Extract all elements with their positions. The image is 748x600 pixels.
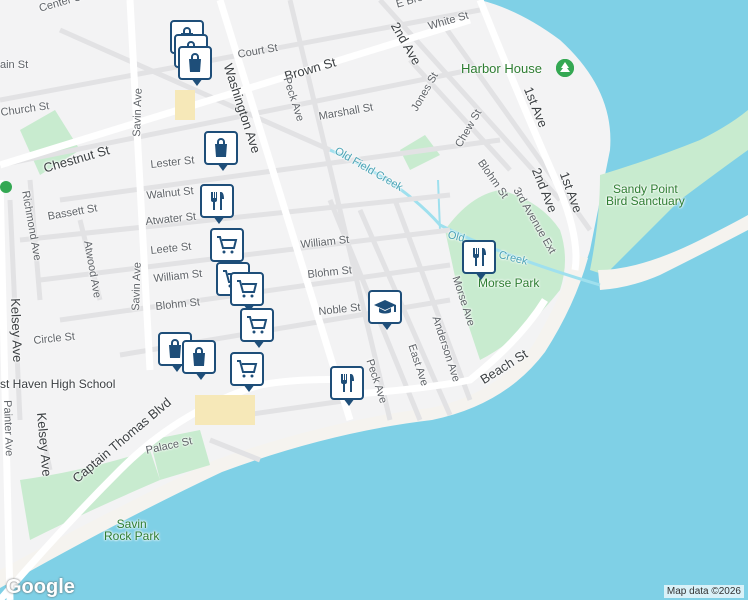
fork-knife-icon <box>341 374 354 392</box>
street-label-painter-ave: Painter Ave <box>1 399 15 457</box>
map-attribution[interactable]: Map data ©2026 <box>663 585 744 598</box>
shopping-pin[interactable] <box>204 131 238 171</box>
grocery-pin[interactable] <box>210 228 244 268</box>
grocery-pin[interactable] <box>240 308 274 348</box>
grocery-pin[interactable] <box>230 352 264 392</box>
map-canvas[interactable]: Center St ain St Court St Brown St Churc… <box>0 0 748 600</box>
shopping-bag-icon <box>189 53 201 72</box>
shopping-pin[interactable] <box>182 340 216 380</box>
place-label-morse-park[interactable]: Morse Park <box>478 277 539 289</box>
street-label-main-st: ain St <box>0 59 29 71</box>
street-label-kelsey-ave: Kelsey Ave <box>8 297 26 363</box>
grocery-pin[interactable] <box>230 272 264 312</box>
cart-icon <box>237 360 258 378</box>
fork-knife-icon <box>473 248 486 266</box>
street-label-savin-ave-north: Savin Ave <box>131 87 145 137</box>
restaurant-pin[interactable] <box>462 240 496 280</box>
cart-icon <box>247 316 268 334</box>
cart-icon <box>237 280 258 298</box>
place-label-sandy-point[interactable]: Sandy Point Bird Sanctuary <box>606 183 685 207</box>
shopping-bag-icon <box>193 347 205 366</box>
shopping-bag-icon <box>215 138 227 157</box>
park-icon[interactable] <box>0 181 12 193</box>
restaurant-pin[interactable] <box>330 366 364 406</box>
harbor-house-icon[interactable] <box>556 59 574 77</box>
fork-knife-icon <box>211 192 224 210</box>
google-logo: Google <box>6 576 75 598</box>
place-label-harbor-house[interactable]: Harbor House <box>461 62 542 75</box>
place-label-high-school[interactable]: st Haven High School <box>0 378 115 390</box>
cart-icon <box>217 236 238 254</box>
place-label-savin-rock-park[interactable]: Savin Rock Park <box>104 518 159 542</box>
restaurant-pin[interactable] <box>200 184 234 224</box>
street-label-savin-ave-south: Savin Ave <box>130 261 144 311</box>
shopping-pin[interactable] <box>178 46 212 86</box>
graduation-cap-icon <box>374 300 396 314</box>
school-pin[interactable] <box>368 290 402 330</box>
